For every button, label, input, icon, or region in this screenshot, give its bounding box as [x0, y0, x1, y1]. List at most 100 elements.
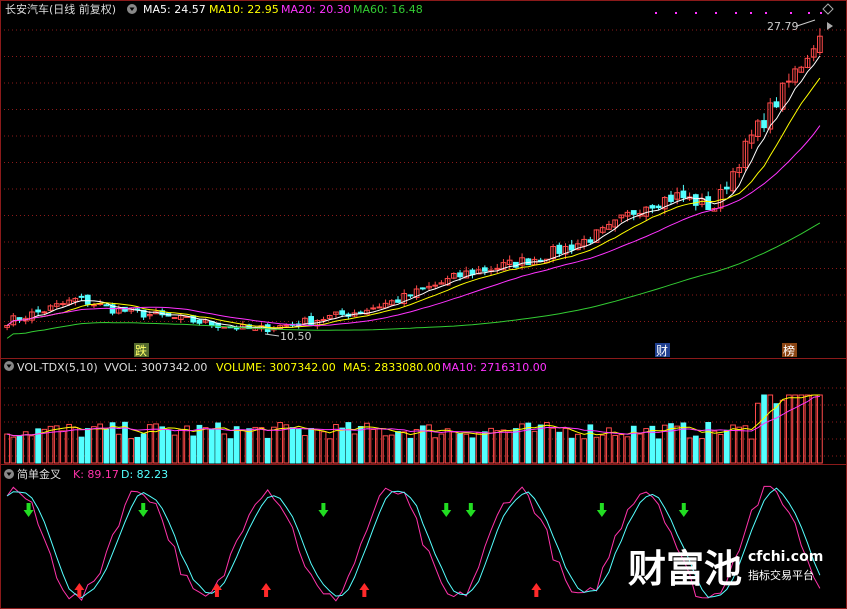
volume-bar [22, 431, 29, 464]
marker-bang[interactable]: 榜 [782, 343, 797, 358]
volume-bar [109, 422, 116, 464]
k-label: K: 89.17 [73, 468, 119, 481]
volume-bar [134, 436, 141, 464]
candle-body [370, 307, 377, 310]
candlestick-series [4, 28, 823, 335]
volume-bar [302, 434, 308, 464]
stock-title: 长安汽车(日线 前复权) [5, 2, 116, 16]
ma60-label: MA60: 16.48 [353, 3, 423, 16]
d-label: D: 82.23 [121, 468, 168, 481]
volume-bar [754, 402, 761, 464]
volume-bar [761, 394, 767, 464]
marker-die[interactable]: 跌 [134, 343, 149, 358]
volume-bar [699, 438, 705, 464]
candle-body [525, 258, 532, 266]
volume-bar [519, 423, 525, 464]
marker-die-text: 跌 [135, 343, 147, 358]
diamond-icon[interactable] [822, 3, 834, 15]
candle-body [568, 244, 575, 251]
candle-body [283, 324, 290, 327]
kd-down-arrow [441, 503, 452, 517]
price-low-pointer [264, 333, 280, 337]
volume-bar [475, 432, 482, 464]
candle-body [78, 295, 85, 298]
candle-body [60, 303, 66, 306]
price-header: 长安汽车(日线 前复权) MA5: 24.57 MA10: 22.95 MA20… [5, 2, 423, 16]
volume-bar [258, 427, 265, 464]
kd-up-arrow [211, 583, 222, 597]
kd-header: 简单金叉 K: 89.17 D: 82.23 [4, 467, 168, 481]
kd-up-arrow [531, 583, 542, 597]
volume-bar [612, 434, 619, 464]
volume-bar [345, 422, 352, 464]
candle-body [91, 304, 97, 307]
volume-bar [444, 428, 451, 464]
marker-bang-text: 榜 [783, 343, 795, 358]
volume-bars [4, 394, 823, 464]
volume-bar [388, 434, 395, 464]
volume-bar [513, 428, 519, 464]
volume-bar [382, 435, 389, 464]
volume-bar [370, 428, 377, 464]
volume-bar [91, 426, 97, 464]
volume-bar [618, 434, 625, 464]
volume-bar [29, 435, 35, 464]
kd-up-arrow [261, 583, 272, 597]
signal-dot [750, 12, 752, 14]
window-controls [822, 3, 834, 30]
volume-bar [140, 433, 147, 464]
volume-title: VOL-TDX(5,10) [17, 361, 98, 374]
signal-dot [765, 12, 767, 14]
volume-bar [407, 437, 414, 464]
volume-header: VOL-TDX(5,10) VVOL: 3007342.00 VOLUME: 3… [4, 361, 547, 374]
ma20-label: MA20: 20.30 [281, 3, 351, 16]
candle-body [630, 210, 637, 215]
candle-body [457, 272, 463, 278]
volume-bar [674, 425, 681, 464]
volume-bar [190, 435, 197, 464]
volume-bar [395, 431, 401, 464]
volume-bar [500, 429, 507, 464]
candle-body [692, 194, 699, 206]
volume-bar [637, 433, 643, 464]
kd-up-arrow [359, 583, 370, 597]
volume-bar [817, 394, 823, 464]
volume-bar [159, 426, 166, 464]
kd-down-arrow [318, 503, 329, 517]
candle-body [407, 294, 414, 297]
vvol-label: VVOL: 3007342.00 [104, 361, 207, 374]
volume-bar [401, 431, 408, 464]
ma60-line [6, 222, 821, 339]
kd-down-arrow [138, 503, 149, 517]
candle-body [320, 318, 327, 321]
volume-bar [711, 430, 718, 464]
candle-body [16, 317, 23, 320]
volume-bar [246, 428, 252, 464]
volume-bar [10, 436, 17, 464]
signal-dot-row [655, 12, 822, 14]
volume-ma-lines [6, 394, 820, 437]
volume-bar [97, 423, 104, 464]
volume-bar [481, 431, 488, 464]
volume-bar [271, 426, 277, 464]
volume-bar [60, 430, 66, 464]
volume-bar [506, 431, 513, 464]
volume-bar [593, 436, 600, 464]
volume-bar [351, 433, 358, 464]
candle-body [494, 267, 501, 270]
signal-dot [715, 12, 717, 14]
volume-bar [692, 435, 699, 464]
volume-bar [624, 436, 631, 464]
marker-cai[interactable]: 财 [655, 343, 670, 358]
volume-bar [736, 426, 743, 464]
volume-bar [283, 424, 290, 464]
watermark: 财富池 cfchi.com 指标交易平台 [628, 547, 823, 591]
volume-bar [16, 435, 23, 464]
candle-body [723, 186, 730, 190]
volume-bar [264, 437, 271, 464]
volume-bar [773, 403, 780, 464]
volume-bar [705, 421, 712, 464]
candle-body [432, 284, 439, 287]
price-grid [0, 29, 847, 322]
volume-bar [469, 437, 476, 464]
